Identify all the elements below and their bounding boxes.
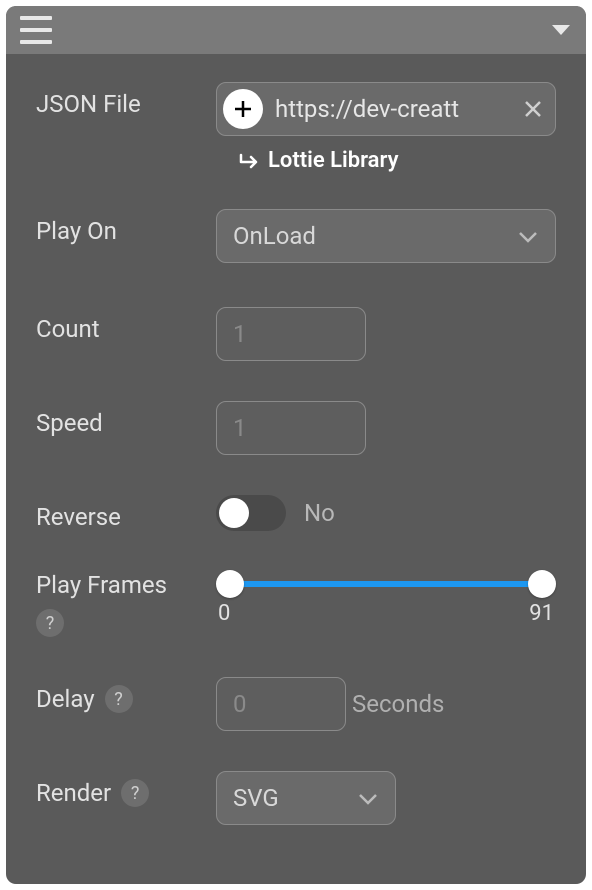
row-count: Count 1 (36, 307, 556, 361)
render-select[interactable]: SVG (216, 771, 396, 825)
delay-help-icon[interactable]: ? (105, 685, 133, 713)
row-json-file: JSON File https://dev-creatt (36, 82, 556, 173)
settings-panel: JSON File https://dev-creatt (6, 6, 586, 884)
speed-input[interactable]: 1 (216, 401, 366, 455)
return-arrow-icon (238, 152, 260, 170)
play-frames-max: 91 (529, 601, 554, 626)
chevron-down-icon (357, 784, 379, 812)
speed-label: Speed (36, 401, 216, 437)
row-reverse: Reverse No (36, 495, 556, 531)
slider-handle-max[interactable] (528, 570, 556, 598)
chevron-down-icon (517, 222, 539, 250)
reverse-toggle[interactable] (216, 495, 286, 531)
json-file-input[interactable]: https://dev-creatt (216, 82, 556, 136)
row-play-frames: Play Frames ? 0 91 (36, 571, 556, 637)
play-frames-label: Play Frames (36, 571, 167, 599)
speed-placeholder: 1 (233, 414, 247, 442)
count-label: Count (36, 307, 216, 343)
play-on-value: OnLoad (233, 222, 316, 250)
play-on-select[interactable]: OnLoad (216, 209, 556, 263)
count-placeholder: 1 (233, 320, 247, 348)
json-file-value: https://dev-creatt (263, 95, 521, 123)
delay-placeholder: 0 (233, 690, 247, 718)
render-label: Render (36, 779, 111, 807)
delay-input[interactable]: 0 (216, 677, 346, 731)
render-help-icon[interactable]: ? (121, 779, 149, 807)
reverse-state: No (304, 499, 335, 527)
lottie-library-link[interactable]: Lottie Library (216, 148, 556, 173)
clear-file-button[interactable] (521, 97, 545, 121)
add-file-button[interactable] (223, 89, 263, 129)
count-input[interactable]: 1 (216, 307, 366, 361)
toggle-knob (219, 498, 249, 528)
lottie-library-label: Lottie Library (268, 148, 399, 173)
menu-icon[interactable] (20, 16, 52, 44)
play-frames-slider[interactable] (230, 581, 542, 587)
delay-unit: Seconds (352, 690, 444, 718)
row-render: Render ? SVG (36, 771, 556, 825)
play-frames-min: 0 (218, 601, 230, 626)
slider-handle-min[interactable] (216, 570, 244, 598)
delay-label: Delay (36, 685, 95, 713)
form: JSON File https://dev-creatt (6, 54, 586, 855)
row-speed: Speed 1 (36, 401, 556, 455)
reverse-label: Reverse (36, 495, 216, 531)
render-value: SVG (233, 784, 279, 812)
header-dropdown[interactable] (550, 23, 572, 37)
play-frames-help-icon[interactable]: ? (36, 609, 64, 637)
panel-header (6, 6, 586, 54)
play-on-label: Play On (36, 209, 216, 245)
json-file-label: JSON File (36, 82, 216, 118)
row-delay: Delay ? 0 Seconds (36, 677, 556, 731)
row-play-on: Play On OnLoad (36, 209, 556, 263)
